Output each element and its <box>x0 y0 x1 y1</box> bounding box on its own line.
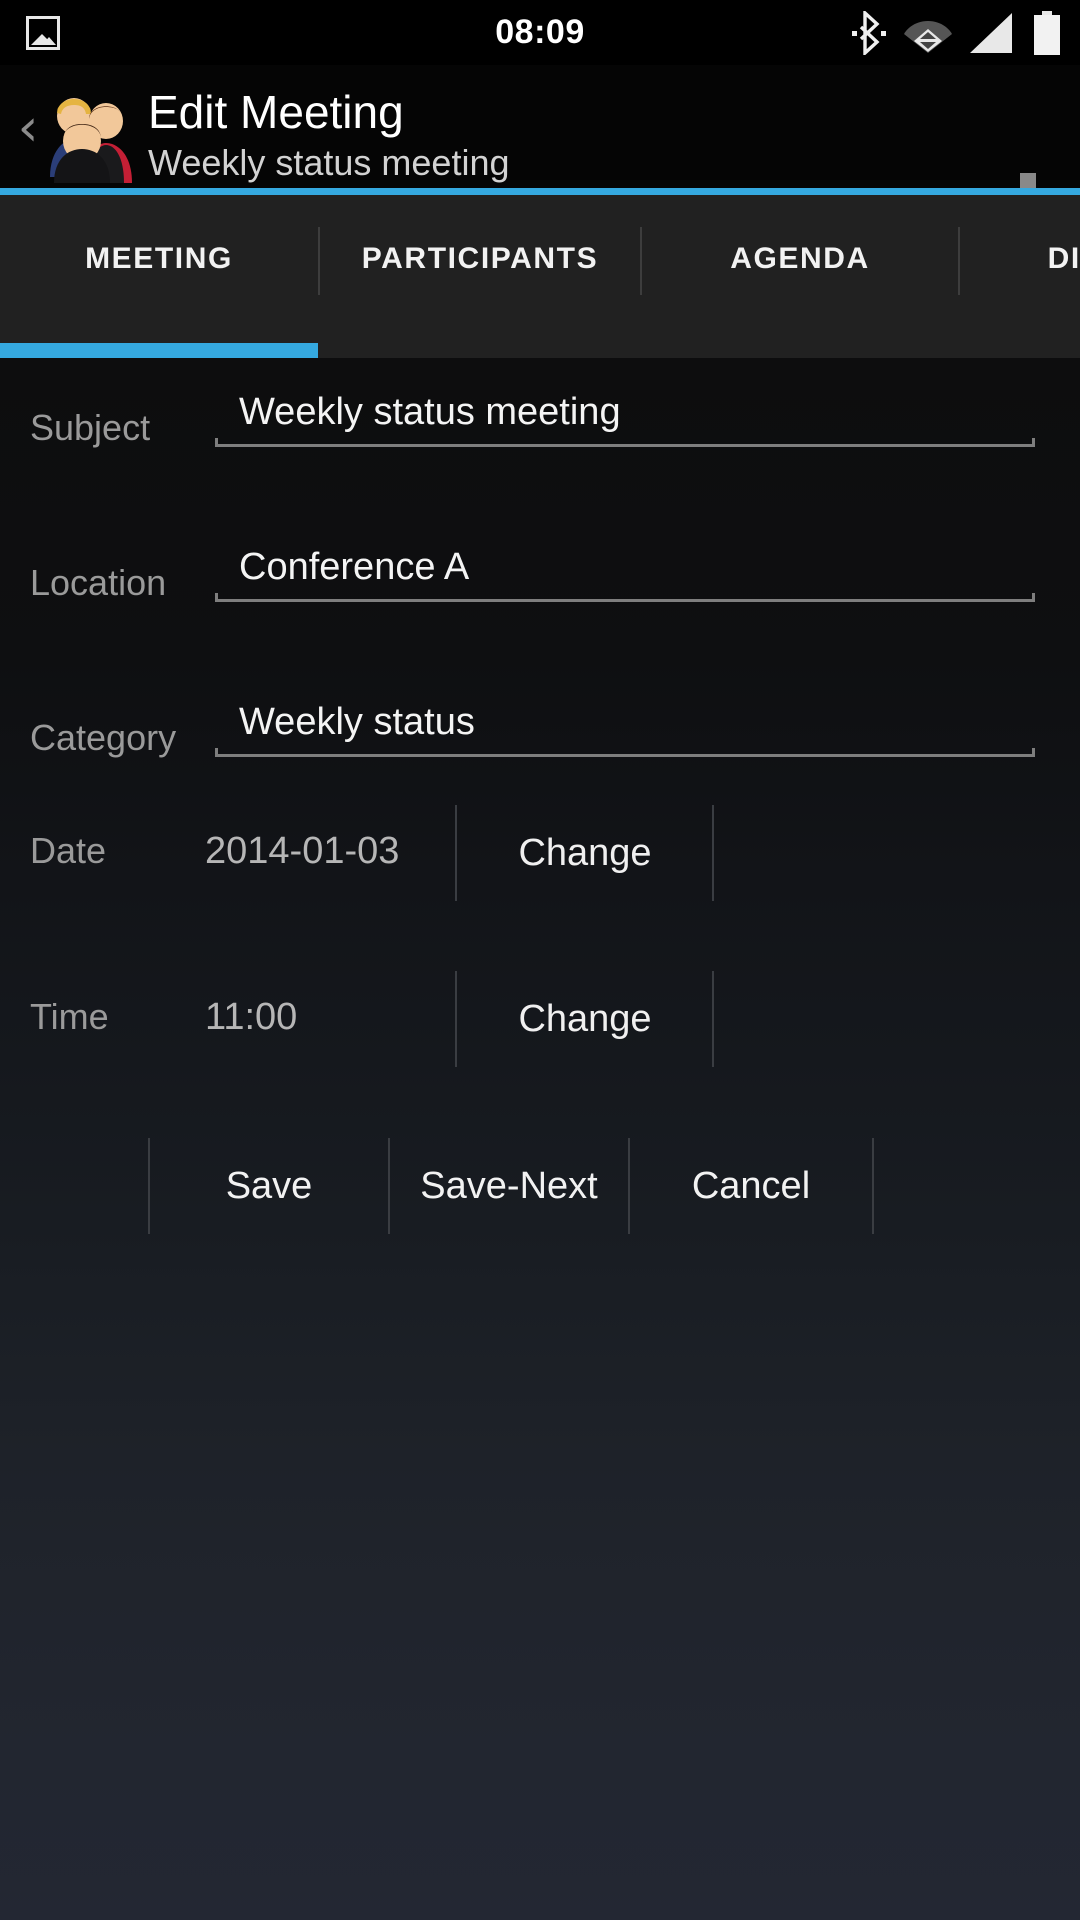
tab-label: MEETING <box>85 242 233 275</box>
field-value: Conference A <box>239 546 470 588</box>
status-bar: 08:09 <box>0 0 1080 65</box>
battery-icon <box>1034 11 1060 55</box>
tab-participants[interactable]: PARTICIPANTS <box>320 195 640 358</box>
title-block: Edit Meeting Weekly status meeting <box>148 83 908 185</box>
meeting-form: Subject Weekly status meeting Location Conf… <box>0 358 1080 1920</box>
tab-dis[interactable]: DIS <box>960 195 1080 358</box>
button-separator <box>628 1138 630 1234</box>
field-underline <box>215 593 1035 602</box>
cellular-signal-icon <box>970 13 1012 53</box>
tab-label: AGENDA <box>730 242 870 275</box>
app-bar: ‹ Edit Meeting Weekly status meeting <box>0 65 1080 235</box>
page-title: Edit Meeting <box>148 86 404 138</box>
app-screen: 08:09 ‹ Edit Meeting Weekly status meeti… <box>0 0 1080 1920</box>
tab-agenda[interactable]: AGENDA <box>642 195 958 358</box>
datetime-value-time: 11:00 <box>205 996 298 1038</box>
field-input-location[interactable]: Conference A <box>215 541 1035 602</box>
button-separator <box>872 1138 874 1234</box>
action-button-bar: Save Save-Next Cancel <box>0 1138 1080 1234</box>
field-label-category: Category <box>30 717 177 758</box>
datetime-label-time: Time <box>30 996 109 1037</box>
datetime-row-time: Time 11:00 Change <box>0 971 1080 1067</box>
save-button[interactable]: Save <box>150 1138 388 1234</box>
tab-separator <box>640 227 642 295</box>
field-underline <box>215 748 1035 757</box>
accent-divider <box>0 188 1080 195</box>
field-input-category[interactable]: Weekly status <box>215 696 1035 757</box>
datetime-value-date: 2014-01-03 <box>205 830 400 872</box>
wifi-icon <box>904 21 952 53</box>
bluetooth-icon <box>852 11 886 55</box>
cancel-button[interactable]: Cancel <box>630 1138 872 1234</box>
tab-label: PARTICIPANTS <box>361 242 599 275</box>
row-separator <box>455 971 457 1067</box>
change-date-button[interactable]: Change <box>460 825 710 881</box>
page-subtitle: Weekly status meeting <box>148 142 510 183</box>
change-time-button[interactable]: Change <box>460 991 710 1047</box>
field-value: Weekly status <box>239 701 475 743</box>
tab-meeting[interactable]: MEETING <box>0 195 318 358</box>
field-underline <box>215 438 1035 447</box>
tab-bar: MEETING PARTICIPANTS AGENDA DIS <box>0 195 1080 358</box>
status-icons <box>852 11 1062 55</box>
row-separator <box>712 805 714 901</box>
field-input-subject[interactable]: Weekly status meeting <box>215 386 1035 447</box>
tab-label: DIS <box>1047 242 1080 275</box>
save-next-button[interactable]: Save-Next <box>390 1138 628 1234</box>
active-tab-indicator <box>0 343 318 358</box>
button-separator <box>388 1138 390 1234</box>
tab-separator <box>958 227 960 295</box>
field-label-location: Location <box>30 562 167 603</box>
tab-separator <box>318 227 320 295</box>
field-value: Weekly status meeting <box>239 391 621 433</box>
row-separator <box>712 971 714 1067</box>
button-separator <box>148 1138 150 1234</box>
datetime-label-date: Date <box>30 830 107 871</box>
row-separator <box>455 805 457 901</box>
datetime-row-date: Date 2014-01-03 Change <box>0 805 1080 901</box>
field-label-subject: Subject <box>30 407 151 448</box>
group-people-icon <box>50 98 132 183</box>
